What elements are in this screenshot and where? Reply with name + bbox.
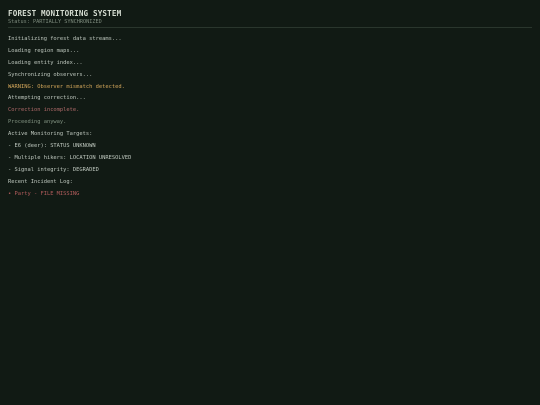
log-line: Loading region maps... xyxy=(8,47,80,54)
log-line: Loading entity index... xyxy=(8,59,83,66)
log-warning-line: WARNING: Observer mismatch detected. xyxy=(8,83,125,90)
incident-log-heading: Recent Incident Log: xyxy=(8,178,73,185)
log-line: Attempting correction... xyxy=(8,95,86,102)
header-divider xyxy=(8,27,532,28)
incident-item: • Party - FILE MISSING xyxy=(8,190,80,197)
log-muted-line: Proceeding anyway. xyxy=(8,119,67,126)
targets-heading: Active Monitoring Targets: xyxy=(8,131,93,138)
terminal-screen: FOREST MONITORING SYSTEM Status: PARTIAL… xyxy=(0,0,540,405)
log-output: Initializing forest data streams... Load… xyxy=(8,36,532,202)
log-line: Initializing forest data streams... xyxy=(8,36,122,42)
terminal-header: FOREST MONITORING SYSTEM Status: PARTIAL… xyxy=(8,9,532,26)
target-item: - E6 (deer): STATUS UNKNOWN xyxy=(8,143,96,150)
system-title: FOREST MONITORING SYSTEM xyxy=(8,9,122,18)
log-line: Synchronizing observers... xyxy=(8,71,93,78)
sync-status: Status: PARTIALLY SYNCHRONIZED xyxy=(8,19,102,25)
target-item: - Signal integrity: DEGRADED xyxy=(8,166,99,173)
target-item: - Multiple hikers: LOCATION UNRESOLVED xyxy=(8,154,132,161)
log-error-line: Correction incomplete. xyxy=(8,107,80,114)
